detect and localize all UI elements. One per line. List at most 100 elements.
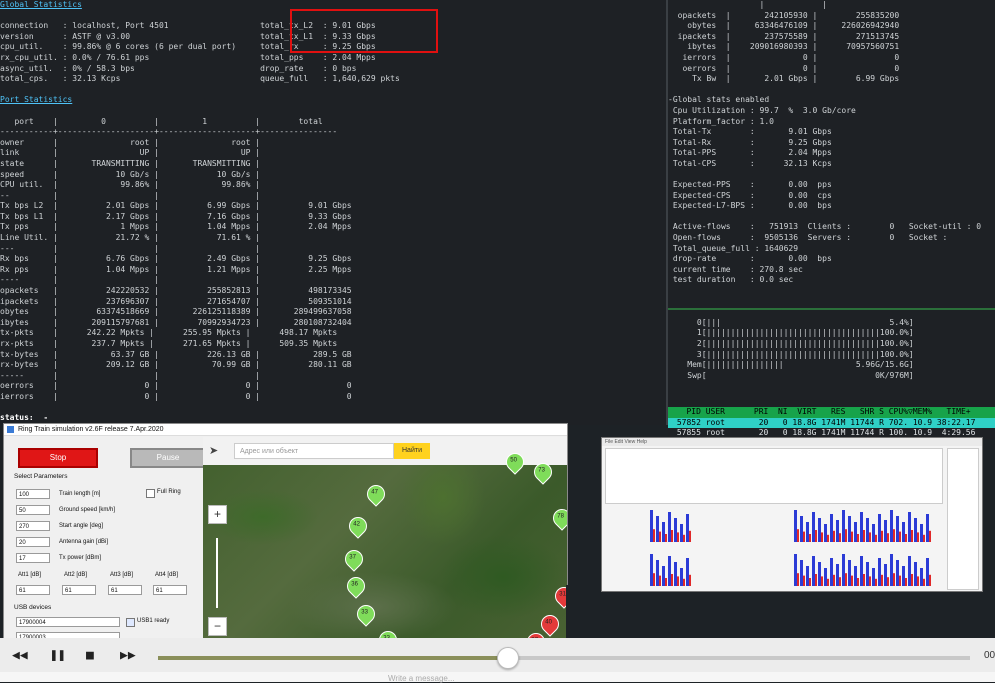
signal-bar xyxy=(848,516,851,542)
stats-line: ibytes | 209016980393 | 70957560751 xyxy=(668,42,900,52)
map-marker[interactable]: 78 xyxy=(549,505,567,531)
train-length-field[interactable]: 100 xyxy=(16,489,50,499)
stats-line: Swp[ 0K/976M] xyxy=(668,370,914,380)
rewind-icon[interactable]: ◀◀ xyxy=(12,648,28,663)
signal-bar xyxy=(902,566,905,586)
signal-bar xyxy=(899,575,901,586)
stats-line: Platform_factor : 1.0 xyxy=(668,116,774,126)
highlight-box xyxy=(290,9,438,53)
signal-bar xyxy=(869,576,871,586)
signal-bar xyxy=(797,529,799,542)
pause-icon[interactable]: ❚❚ xyxy=(50,648,66,663)
signal-bar xyxy=(674,562,677,586)
stats-line: Open-flows : 9505136 Servers : 0 Socket … xyxy=(668,233,948,243)
console-line: Rx pps | 1.04 Mpps | 1.21 Mpps | 2.25 Mp… xyxy=(0,264,352,274)
signal-bar xyxy=(833,574,835,586)
signal-bar xyxy=(887,577,889,586)
pause-button[interactable]: Pause xyxy=(130,448,206,468)
signal-bar xyxy=(656,516,659,542)
signal-bar xyxy=(878,558,881,586)
antenna-gain-field[interactable]: 20 xyxy=(16,537,50,547)
usb1-label: USB1 ready xyxy=(137,618,170,624)
stats-line: ipackets | 237575589 | 271513745 xyxy=(668,31,900,41)
console-line: state | TRANSMITTING | TRANSMITTING | xyxy=(0,158,261,168)
zoom-out-button[interactable]: − xyxy=(208,617,227,636)
map-marker[interactable]: 47 xyxy=(363,481,389,507)
signal-bar xyxy=(683,578,685,586)
trex-console-left: Global Statistics connection : localhost,… xyxy=(0,0,668,425)
console-line: oerrors | 0 | 0 | 0 xyxy=(0,381,352,391)
signal-bar xyxy=(671,574,673,586)
att1-field[interactable]: 61 xyxy=(16,585,50,595)
signal-bar xyxy=(863,574,865,586)
stop-icon[interactable]: ■ xyxy=(86,648,94,663)
full-ring-checkbox[interactable] xyxy=(146,489,155,498)
console-line: Line Util. | 21.72 % | 71.61 % | xyxy=(0,233,261,243)
signal-bar xyxy=(806,566,809,586)
stats-line xyxy=(668,170,995,181)
att2-field[interactable]: 61 xyxy=(62,585,96,595)
usb1-checkbox[interactable] xyxy=(126,618,135,627)
map-search-input[interactable]: Адрес или объект xyxy=(234,443,394,459)
signal-bar xyxy=(653,529,655,542)
zoom-in-button[interactable]: + xyxy=(208,505,227,524)
signal-bar xyxy=(836,520,839,542)
tx-power-field[interactable]: 17 xyxy=(16,553,50,563)
signal-bar xyxy=(671,530,673,542)
signal-bar xyxy=(689,574,691,586)
signal-bar xyxy=(836,564,839,586)
signal-bar xyxy=(818,562,821,586)
signal-bar xyxy=(911,574,913,586)
map-marker[interactable]: 37 xyxy=(341,546,367,572)
map-view[interactable]: ➤ Адрес или объект Найти + − 50 73 47 42… xyxy=(203,437,567,642)
console-line: Tx bps L2 | 2.01 Gbps | 6.99 Gbps | 9.01… xyxy=(0,201,352,211)
start-angle-field[interactable]: 270 xyxy=(16,521,50,531)
map-marker[interactable]: 33 xyxy=(353,601,379,627)
usb1-field[interactable]: 17900004 xyxy=(16,617,120,627)
map-marker[interactable]: 31 xyxy=(551,583,567,609)
signal-bar xyxy=(809,534,811,542)
navigate-icon[interactable]: ➤ xyxy=(209,444,218,457)
htop-row-selected[interactable]: 57852 root 20 0 18.8G 1741M 11744 R 702.… xyxy=(668,418,995,428)
console-line: rx_cpu_util. : 0.0% / 76.61 pps total_pp… xyxy=(0,52,376,62)
signal-bar xyxy=(914,562,917,586)
signal-bar xyxy=(812,512,815,542)
signal-bar xyxy=(815,530,817,542)
signal-bar xyxy=(665,534,667,542)
signal-bar xyxy=(827,578,829,586)
stats-line: 1[||||||||||||||||||||||||||||||||||||10… xyxy=(668,328,914,338)
signal-bar xyxy=(872,568,875,586)
att1-label: Att1 [dB] xyxy=(18,572,42,578)
background-gap xyxy=(566,585,601,638)
att3-field[interactable]: 61 xyxy=(108,585,142,595)
map-marker[interactable]: 40 xyxy=(537,611,563,637)
signal-bar xyxy=(830,514,833,542)
console-line: ipackets | 237696307 | 271654707 | 50935… xyxy=(0,296,352,306)
stop-button[interactable]: Stop xyxy=(18,448,98,468)
console-line: link | UP | UP | xyxy=(0,148,261,158)
signal-bar xyxy=(851,531,853,542)
stats-line: 3[||||||||||||||||||||||||||||||||||||10… xyxy=(668,349,914,359)
fast-forward-icon[interactable]: ▶▶ xyxy=(120,648,136,663)
app-menubar[interactable]: File Edit View Help xyxy=(602,438,982,446)
signal-bar xyxy=(908,556,911,586)
signal-bar xyxy=(929,574,931,586)
ground-speed-field[interactable]: 50 xyxy=(16,505,50,515)
map-marker[interactable]: 42 xyxy=(345,513,371,539)
stats-line: Total-CPS : 32.13 Kcps xyxy=(668,158,832,168)
signal-bar xyxy=(677,576,679,586)
window-titlebar[interactable]: Ring Train simulation v2.6F release 7.Ap… xyxy=(4,424,567,436)
seek-handle[interactable] xyxy=(497,647,520,669)
map-marker[interactable]: 36 xyxy=(343,573,369,599)
message-bar: Write a message... xyxy=(0,672,995,683)
att4-field[interactable]: 61 xyxy=(153,585,187,595)
signal-bar xyxy=(794,510,797,542)
signal-bar xyxy=(800,560,803,586)
stats-line: 2[||||||||||||||||||||||||||||||||||||10… xyxy=(668,339,914,348)
zoom-slider[interactable] xyxy=(216,538,218,608)
map-find-button[interactable]: Найти xyxy=(394,443,430,459)
stats-line: Cpu Utilization : 99.7 % 3.0 Gb/core xyxy=(668,105,856,115)
att4-label: Att4 [dB] xyxy=(155,572,179,578)
console-line: Rx bps | 6.76 Gbps | 2.49 Gbps | 9.25 Gb… xyxy=(0,254,352,264)
